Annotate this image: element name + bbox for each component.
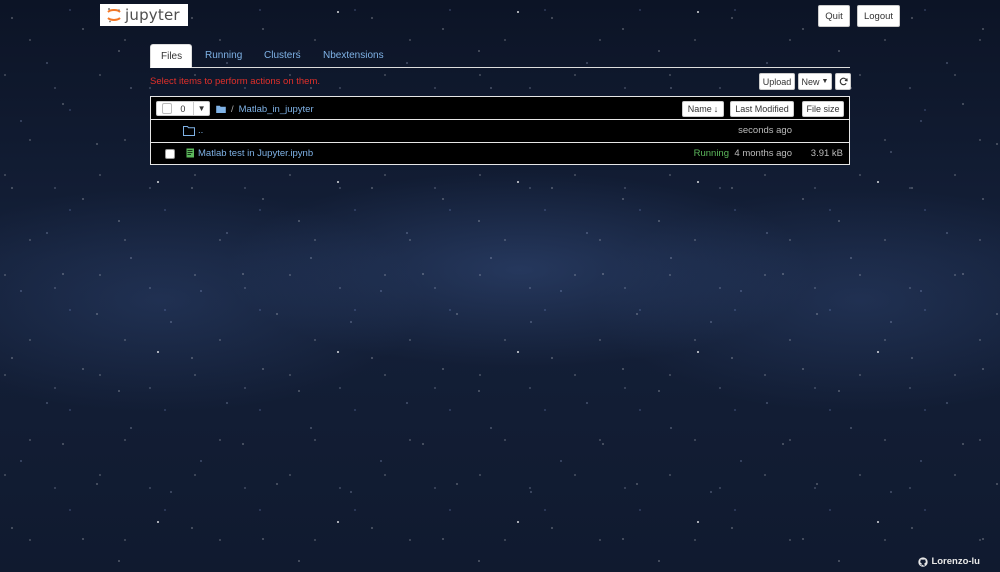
item-name[interactable]: .. bbox=[198, 125, 203, 136]
item-modified: 4 months ago bbox=[734, 148, 792, 159]
sort-by-name-button[interactable]: Name ↓ bbox=[682, 101, 724, 117]
breadcrumb-separator: / bbox=[231, 103, 234, 115]
arrow-down-icon: ↓ bbox=[713, 104, 719, 114]
item-checkbox[interactable] bbox=[165, 149, 175, 159]
list-item-parent-folder[interactable]: .. seconds ago bbox=[151, 120, 849, 143]
github-icon bbox=[918, 556, 929, 567]
new-dropdown-button[interactable]: New ▼ bbox=[798, 73, 832, 90]
folder-outline-icon bbox=[183, 126, 195, 136]
selection-hint: Select items to perform actions on them. bbox=[150, 76, 321, 87]
running-status-badge: Running bbox=[693, 148, 729, 159]
quit-button[interactable]: Quit bbox=[818, 5, 850, 27]
sort-by-modified-button[interactable]: Last Modified bbox=[730, 101, 794, 117]
jupyter-logo-icon bbox=[107, 8, 121, 23]
upload-button[interactable]: Upload bbox=[759, 73, 795, 90]
new-label: New bbox=[801, 76, 820, 87]
footer-credit[interactable]: Lorenzo-lu bbox=[918, 556, 980, 567]
author-name: Lorenzo-lu bbox=[931, 556, 980, 567]
tab-running[interactable]: Running bbox=[195, 44, 252, 67]
caret-down-icon[interactable]: ▼ bbox=[193, 102, 209, 115]
tab-clusters[interactable]: Clusters bbox=[254, 44, 311, 67]
refresh-icon bbox=[839, 77, 848, 86]
item-name[interactable]: Matlab test in Jupyter.ipynb bbox=[198, 148, 313, 159]
select-all-checkbox[interactable] bbox=[162, 103, 173, 114]
breadcrumb: / Matlab_in_jupyter bbox=[216, 102, 314, 116]
notebook-icon bbox=[186, 148, 194, 158]
jupyter-logo[interactable]: jupyter bbox=[100, 4, 188, 26]
tab-nbextensions[interactable]: Nbextensions bbox=[313, 44, 394, 67]
logout-button[interactable]: Logout bbox=[857, 5, 900, 27]
tab-files[interactable]: Files bbox=[150, 44, 192, 68]
selected-count: 0 bbox=[180, 103, 186, 114]
sort-by-size-button[interactable]: File size bbox=[802, 101, 844, 117]
file-list-header: 0 ▼ / Matlab_in_jupyter Name ↓ Last Modi… bbox=[151, 97, 849, 120]
list-item-notebook[interactable]: Matlab test in Jupyter.ipynb Running 4 m… bbox=[151, 143, 849, 166]
caret-down-icon: ▼ bbox=[821, 78, 829, 85]
logo-text: jupyter bbox=[125, 6, 180, 24]
item-size: 3.91 kB bbox=[810, 148, 843, 159]
breadcrumb-folder-link[interactable]: Matlab_in_jupyter bbox=[239, 104, 314, 115]
item-modified: seconds ago bbox=[738, 125, 792, 136]
folder-icon[interactable] bbox=[216, 105, 226, 113]
refresh-button[interactable] bbox=[835, 73, 851, 90]
tab-bar: Files Running Clusters Nbextensions bbox=[150, 44, 850, 68]
sort-name-label: Name bbox=[687, 104, 712, 114]
file-list: 0 ▼ / Matlab_in_jupyter Name ↓ Last Modi… bbox=[150, 96, 850, 165]
select-all-control[interactable]: 0 ▼ bbox=[156, 101, 210, 116]
